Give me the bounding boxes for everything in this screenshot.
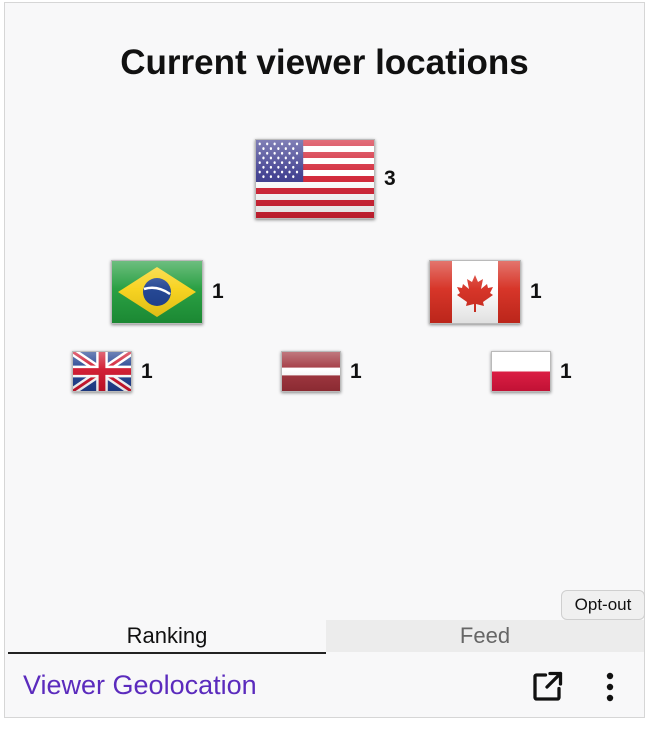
location-entry-poland[interactable]: 1 <box>491 351 572 392</box>
location-entry-canada[interactable]: 1 <box>429 260 542 324</box>
location-count: 1 <box>141 359 153 383</box>
uk-flag-icon <box>72 351 132 392</box>
location-entry-us[interactable]: 3 <box>255 139 396 219</box>
location-count: 1 <box>530 280 542 303</box>
location-count: 1 <box>560 359 572 383</box>
location-entry-latvia[interactable]: 1 <box>281 351 362 392</box>
latvia-flag-icon <box>281 351 341 392</box>
tab-feed[interactable]: Feed <box>326 620 644 652</box>
widget-title: Current viewer locations <box>120 43 529 82</box>
tab-ranking[interactable]: Ranking <box>8 620 326 654</box>
location-count: 1 <box>350 359 362 383</box>
view-tabs: Ranking Feed <box>8 620 644 654</box>
widget-footer-link[interactable]: Viewer Geolocation <box>23 670 257 701</box>
poland-flag-icon <box>491 351 551 392</box>
us-flag-icon <box>255 139 375 219</box>
canada-flag-icon <box>429 260 521 324</box>
external-link-icon[interactable] <box>527 667 567 707</box>
viewer-locations-widget: Current viewer locations 3 1 1 1 1 1 Opt… <box>4 2 645 718</box>
location-count: 3 <box>384 167 396 190</box>
location-count: 1 <box>212 280 224 303</box>
location-entry-uk[interactable]: 1 <box>72 351 153 392</box>
opt-out-button[interactable]: Opt-out <box>561 590 645 620</box>
brazil-flag-icon <box>111 260 203 324</box>
location-entry-brazil[interactable]: 1 <box>111 260 224 324</box>
more-vertical-icon[interactable] <box>595 667 625 707</box>
